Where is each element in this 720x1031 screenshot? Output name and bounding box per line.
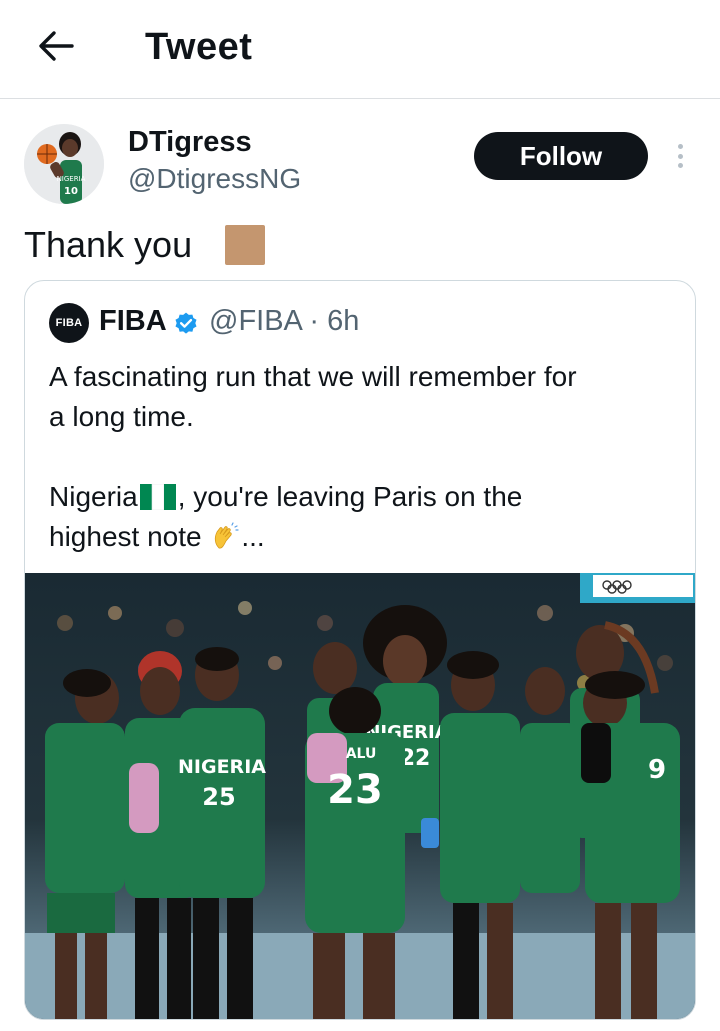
fiba-avatar[interactable]: FIBA bbox=[49, 303, 89, 343]
tweet-text: Thank you bbox=[24, 224, 193, 265]
svg-text:NIGERIA: NIGERIA bbox=[178, 756, 266, 778]
quoted-tweet-card[interactable]: FIBA FIBA @FIBA · 6h A fascinating run t… bbox=[24, 280, 696, 1020]
nigeria-flag-icon bbox=[139, 484, 176, 510]
team-photo[interactable]: NIGERIA 22 NIGERIA 25 ALU 23 9 bbox=[25, 573, 695, 1019]
avatar[interactable]: NIGERIA 10 bbox=[24, 124, 104, 204]
verified-badge-icon bbox=[175, 312, 197, 334]
author-handle[interactable]: @DtigressNG bbox=[128, 163, 301, 195]
country-word: Nigeria bbox=[49, 481, 138, 512]
quoted-text-line-2: a long time. bbox=[49, 401, 194, 432]
svg-text:9: 9 bbox=[648, 755, 666, 785]
clapping-hands-icon bbox=[215, 522, 239, 549]
follow-button[interactable]: Follow bbox=[474, 132, 648, 180]
quoted-handle-time: @FIBA · 6h bbox=[209, 305, 360, 337]
quoted-text-line-4-words: highest note bbox=[49, 521, 202, 552]
svg-text:ALU: ALU bbox=[346, 746, 377, 762]
quoted-text-line-3: Nigeria , you're leaving Paris on the bbox=[49, 477, 679, 517]
svg-text:10: 10 bbox=[64, 186, 78, 197]
ellipsis: ... bbox=[241, 521, 265, 552]
page-title: Tweet bbox=[145, 26, 253, 68]
svg-text:23: 23 bbox=[327, 767, 383, 813]
svg-text:NIGERIA: NIGERIA bbox=[57, 175, 86, 183]
quoted-text-line-4: highest note ... bbox=[49, 517, 679, 557]
quoted-text-line-1: A fascinating run that we will remember … bbox=[49, 361, 577, 392]
quoted-tweet-text: A fascinating run that we will remember … bbox=[49, 357, 679, 557]
back-button[interactable] bbox=[36, 26, 76, 66]
quoted-text-line-3-rest: , you're leaving Paris on the bbox=[177, 481, 523, 512]
folded-hands-emoji-icon bbox=[225, 225, 265, 265]
arrow-left-icon bbox=[39, 31, 74, 61]
quoted-author-name[interactable]: FIBA bbox=[99, 305, 167, 338]
svg-text:25: 25 bbox=[202, 783, 235, 811]
author-name[interactable]: DTigress bbox=[128, 126, 252, 159]
top-bar: Tweet bbox=[0, 0, 720, 99]
more-options-icon[interactable] bbox=[668, 138, 692, 174]
